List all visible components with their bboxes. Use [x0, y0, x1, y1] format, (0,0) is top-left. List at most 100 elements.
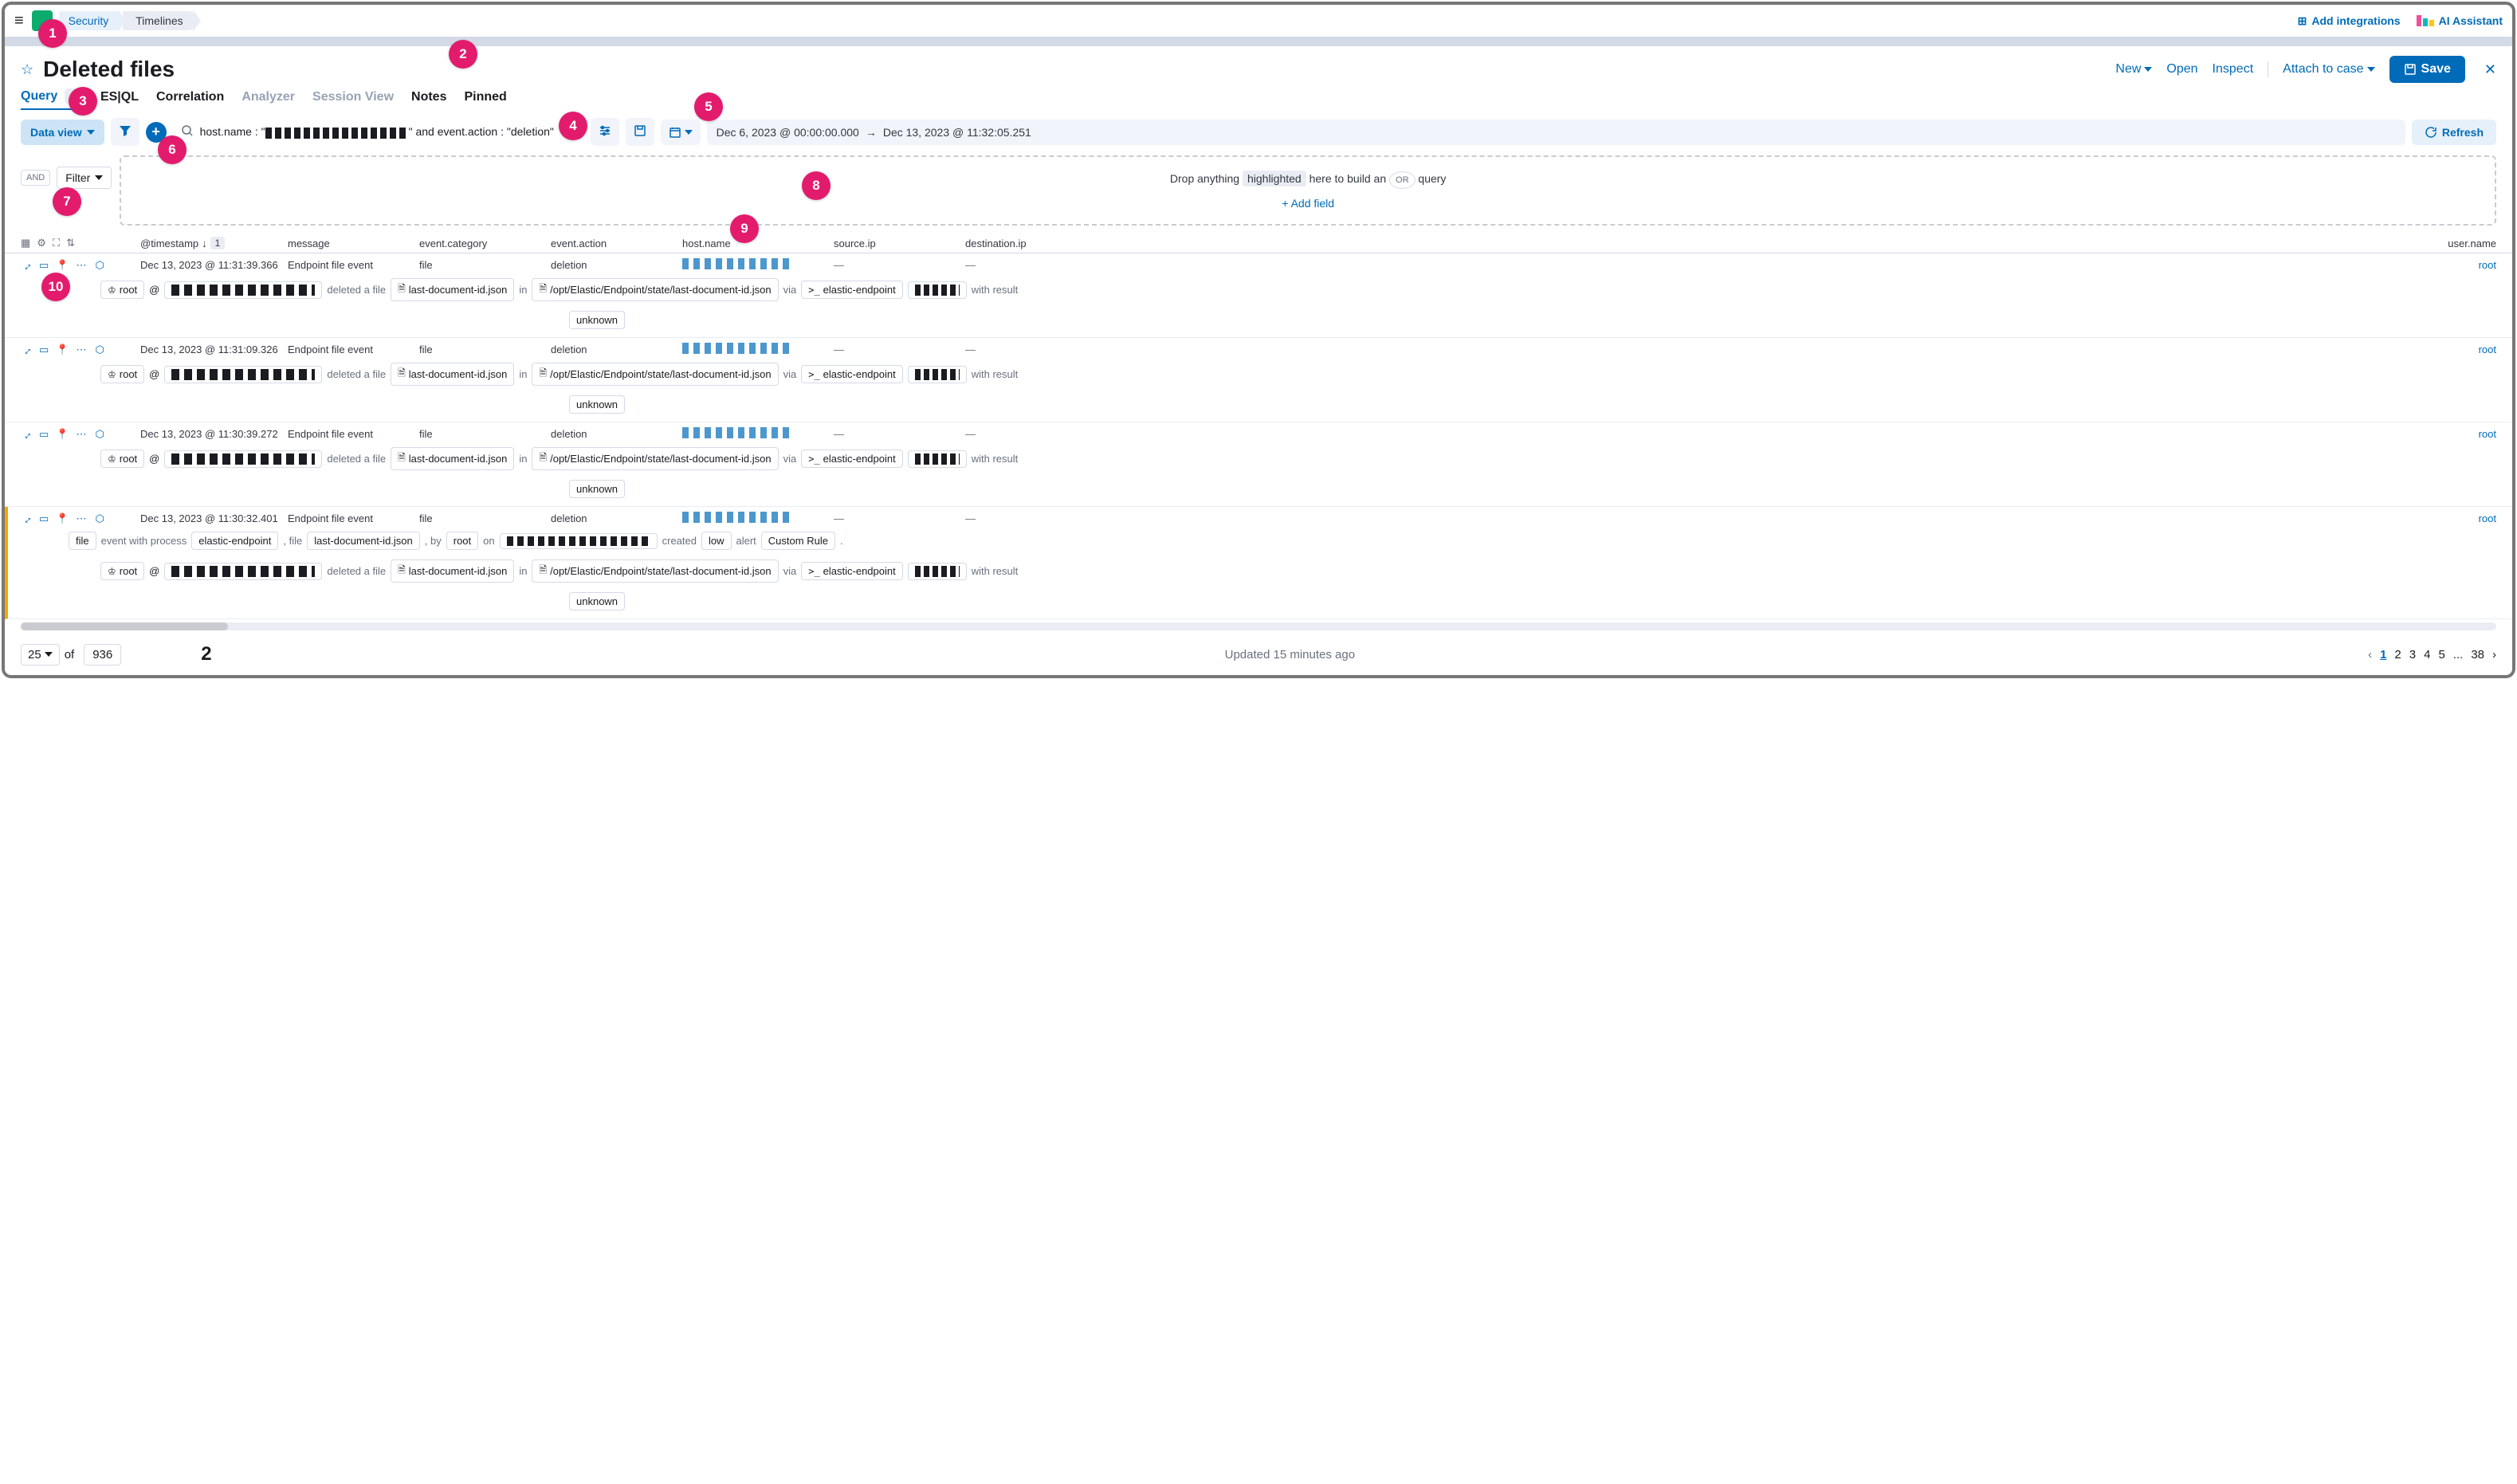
user-pill[interactable]: root: [446, 532, 478, 550]
host-pill[interactable]: [164, 366, 322, 383]
ip-pill[interactable]: [908, 450, 967, 468]
favorite-star-icon[interactable]: ☆: [21, 61, 33, 78]
pin-icon[interactable]: 📍: [56, 259, 69, 272]
add-integrations-link[interactable]: ⊞ Add integrations: [2298, 14, 2401, 28]
cell-host[interactable]: [682, 512, 826, 525]
page-size-selector[interactable]: 25: [21, 644, 60, 665]
pin-icon[interactable]: 📍: [56, 344, 69, 356]
cell-action[interactable]: deletion: [551, 512, 674, 524]
col-header-category[interactable]: event.category: [419, 238, 543, 249]
ip-pill[interactable]: [908, 563, 967, 580]
result-pill[interactable]: unknown: [569, 311, 625, 329]
tab-correlation[interactable]: Correlation: [156, 90, 224, 109]
tab-notes[interactable]: Notes: [411, 90, 446, 109]
tab-pinned[interactable]: Pinned: [464, 90, 506, 109]
result-pill[interactable]: unknown: [569, 592, 625, 610]
cell-user[interactable]: root: [2479, 512, 2496, 524]
date-quick-button[interactable]: [661, 120, 701, 145]
cell-user[interactable]: root: [2479, 259, 2496, 271]
inspect-button[interactable]: Inspect: [2213, 62, 2254, 77]
cell-message[interactable]: Endpoint file event: [288, 512, 411, 524]
result-pill[interactable]: unknown: [569, 480, 625, 498]
refresh-button[interactable]: Refresh: [2412, 120, 2496, 145]
cell-action[interactable]: deletion: [551, 344, 674, 355]
tab-esql[interactable]: ES|QL: [100, 90, 139, 109]
process-pill[interactable]: >_elastic-endpoint: [801, 281, 903, 299]
col-header-dest-ip[interactable]: destination.ip: [965, 238, 1089, 249]
host-pill[interactable]: [164, 281, 322, 299]
user-pill[interactable]: ♔root: [100, 562, 144, 580]
path-pill[interactable]: 🗎/opt/Elastic/Endpoint/state/last-docume…: [532, 559, 778, 583]
cell-message[interactable]: Endpoint file event: [288, 344, 411, 355]
expand-icon[interactable]: ↔: [18, 257, 34, 273]
cell-host[interactable]: [682, 343, 826, 356]
note-icon[interactable]: ▭: [39, 428, 49, 441]
cell-host[interactable]: [682, 427, 826, 441]
file-pill[interactable]: 🗎last-document-id.json: [391, 559, 514, 583]
horizontal-scrollbar[interactable]: [21, 622, 2496, 630]
ip-pill[interactable]: [908, 366, 967, 383]
sort-icon[interactable]: ⇅: [66, 237, 75, 249]
open-button[interactable]: Open: [2166, 62, 2197, 77]
cell-host[interactable]: [682, 258, 826, 272]
cell-timestamp[interactable]: Dec 13, 2023 @ 11:31:39.366: [140, 259, 280, 271]
user-pill[interactable]: ♔root: [100, 450, 144, 468]
cell-category[interactable]: file: [419, 512, 543, 524]
page-number[interactable]: 5: [2438, 648, 2444, 662]
file-pill[interactable]: last-document-id.json: [307, 532, 420, 550]
cell-timestamp[interactable]: Dec 13, 2023 @ 11:31:09.326: [140, 344, 280, 355]
page-number[interactable]: 4: [2424, 648, 2430, 662]
page-number[interactable]: 38: [2471, 648, 2484, 662]
filter-funnel-button[interactable]: [111, 118, 139, 146]
host-pill[interactable]: [164, 450, 322, 468]
expand-icon[interactable]: ↔: [18, 341, 34, 358]
cell-message[interactable]: Endpoint file event: [288, 428, 411, 440]
query-settings-button[interactable]: [591, 118, 619, 146]
col-header-timestamp[interactable]: @timestamp ↓ 1: [140, 237, 280, 249]
host-pill[interactable]: [500, 533, 658, 549]
path-pill[interactable]: 🗎/opt/Elastic/Endpoint/state/last-docume…: [532, 447, 778, 470]
file-pill[interactable]: 🗎last-document-id.json: [391, 363, 514, 386]
more-icon[interactable]: ⋯: [76, 512, 88, 525]
note-icon[interactable]: ▭: [39, 259, 49, 272]
ai-assistant-link[interactable]: AI Assistant: [2417, 14, 2503, 27]
cell-category[interactable]: file: [419, 259, 543, 271]
result-pill[interactable]: unknown: [569, 395, 625, 414]
process-pill[interactable]: >_elastic-endpoint: [801, 562, 903, 580]
rule-pill[interactable]: Custom Rule: [761, 532, 835, 550]
fullscreen-icon[interactable]: ⛶: [53, 237, 60, 249]
breadcrumb-timelines[interactable]: Timelines: [123, 11, 192, 30]
cube-icon[interactable]: ⬡: [95, 428, 104, 441]
data-view-button[interactable]: Data view: [21, 120, 104, 145]
tab-analyzer[interactable]: Analyzer: [241, 90, 295, 109]
process-pill[interactable]: >_elastic-endpoint: [801, 365, 903, 383]
date-range-input[interactable]: Dec 6, 2023 @ 00:00:00.000 → Dec 13, 202…: [707, 120, 2405, 145]
cube-icon[interactable]: ⬡: [95, 344, 104, 356]
page-number[interactable]: 3: [2409, 648, 2416, 662]
pin-icon[interactable]: 📍: [56, 512, 69, 525]
filter-dropdown[interactable]: Filter: [57, 167, 112, 189]
query-input[interactable]: host.name : "" and event.action : "delet…: [173, 120, 563, 144]
columns-icon[interactable]: ▦: [21, 237, 30, 249]
host-pill[interactable]: [164, 563, 322, 580]
cell-timestamp[interactable]: Dec 13, 2023 @ 11:30:39.272: [140, 428, 280, 440]
note-icon[interactable]: ▭: [39, 512, 49, 525]
cell-user[interactable]: root: [2479, 428, 2496, 440]
new-button[interactable]: New: [2115, 62, 2152, 77]
cell-action[interactable]: deletion: [551, 259, 674, 271]
file-pill[interactable]: 🗎last-document-id.json: [391, 447, 514, 470]
user-pill[interactable]: ♔root: [100, 365, 144, 383]
save-query-button[interactable]: [626, 118, 654, 146]
expand-icon[interactable]: ↔: [18, 426, 34, 442]
col-header-message[interactable]: message: [288, 238, 411, 249]
tab-session-view[interactable]: Session View: [312, 90, 394, 109]
save-button[interactable]: Save: [2389, 56, 2465, 83]
cube-icon[interactable]: ⬡: [95, 512, 104, 525]
page-number[interactable]: 1: [2380, 648, 2386, 662]
cell-timestamp[interactable]: Dec 13, 2023 @ 11:30:32.401: [140, 512, 280, 524]
ip-pill[interactable]: [908, 281, 967, 299]
more-icon[interactable]: ⋯: [76, 344, 88, 356]
hamburger-menu-icon[interactable]: ≡: [14, 12, 32, 30]
process-pill[interactable]: >_elastic-endpoint: [801, 450, 903, 468]
close-button[interactable]: ✕: [2484, 61, 2496, 78]
